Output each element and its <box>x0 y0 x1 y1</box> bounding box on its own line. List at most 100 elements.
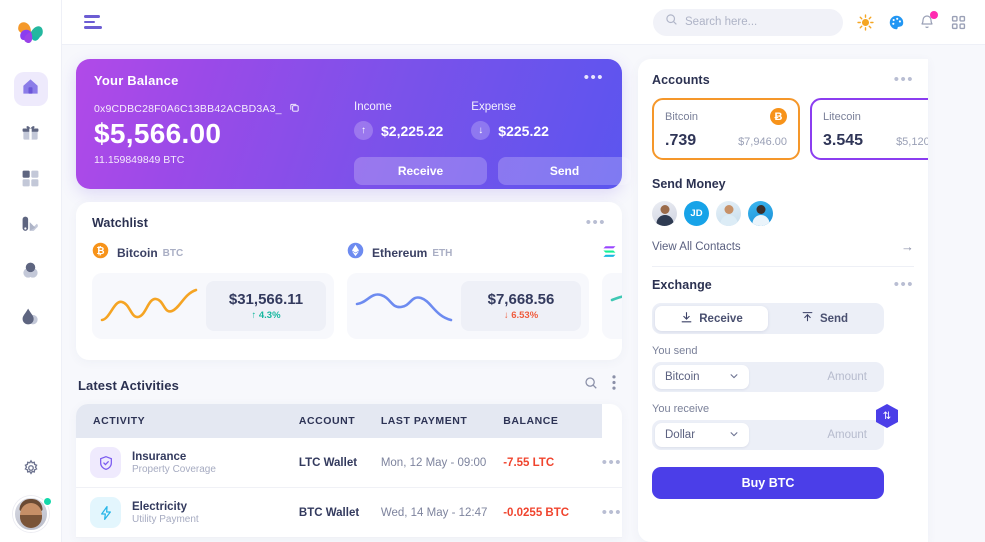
sparkline-chart <box>100 288 198 322</box>
exchange-more-icon[interactable]: ••• <box>894 277 914 292</box>
activity-account: LTC Wallet <box>298 438 381 488</box>
contact-avatar-jd[interactable]: JD <box>684 201 709 226</box>
sidebar-item-dashboard[interactable] <box>14 164 48 198</box>
column-last-payment: LAST PAYMENT <box>380 404 504 438</box>
gear-icon[interactable] <box>22 459 40 482</box>
activity-balance: -7.55 LTC <box>503 438 602 488</box>
you-send-currency-select[interactable]: Bitcoin <box>655 365 749 389</box>
activities-table: ACTIVITY ACCOUNT LAST PAYMENT BALANCE In… <box>76 404 622 538</box>
watchlist-item[interactable]: Solana SOL $1,246.02 ↑ <box>602 242 622 339</box>
account-card-litecoin[interactable]: Litecoin Ł 3.545 $5,120.00 <box>810 98 928 160</box>
sparkline-chart <box>355 293 453 322</box>
notification-badge <box>930 11 938 19</box>
sidebar-bottom <box>0 459 62 532</box>
row-more-icon[interactable]: ••• <box>602 454 622 471</box>
income-label: Income <box>354 101 392 113</box>
you-send-amount[interactable]: Amount <box>827 371 881 383</box>
watchlist-price: $31,566.11 <box>228 291 304 308</box>
accounts-more-icon[interactable]: ••• <box>894 72 914 87</box>
account-card-bitcoin[interactable]: Bitcoin Ƀ .739 $7,946.00 <box>652 98 800 160</box>
sidebar-item-palette[interactable] <box>14 210 48 244</box>
content-area: Your Balance ••• 0x9CDBC28F0A6C13BB42ACB… <box>62 45 985 542</box>
bell-icon[interactable] <box>918 11 938 31</box>
table-row[interactable]: Electricity Utility Payment BTC Wallet W… <box>76 487 622 538</box>
column-account: ACCOUNT <box>298 404 381 438</box>
search-icon <box>665 13 678 31</box>
balance-more-icon[interactable]: ••• <box>584 70 604 85</box>
buy-btc-button[interactable]: Buy BTC <box>652 467 884 499</box>
account-usd: $7,946.00 <box>738 136 787 148</box>
activity-subtitle: Utility Payment <box>132 513 199 525</box>
view-all-contacts[interactable]: View All Contacts → <box>652 239 928 254</box>
sidebar-item-gifts[interactable] <box>14 118 48 152</box>
pinwheel-logo[interactable] <box>13 14 49 50</box>
activity-payment: Mon, 12 May - 09:00 <box>380 438 504 488</box>
watchlist-more-icon[interactable]: ••• <box>586 215 606 230</box>
bitcoin-icon: Ƀ <box>770 108 787 125</box>
account-amount: 3.545 <box>823 132 864 149</box>
solana-icon <box>602 242 619 264</box>
activity-payment: Wed, 14 May - 12:47 <box>380 487 504 538</box>
watchlist-price-box: $31,566.11 ↑ 4.3% <box>206 281 326 331</box>
copy-icon[interactable] <box>289 102 300 116</box>
you-send-label: You send <box>652 345 698 357</box>
watchlist-item[interactable]: Ethereum ETH $7,668.56 ↓ 6.53% <box>347 242 589 339</box>
vertical-dots-icon[interactable] <box>612 375 616 395</box>
watchlist-item[interactable]: ₿ Bitcoin BTC $31,566.11 ↑ 4.3% <box>92 242 334 339</box>
sidebar-nav <box>13 72 48 336</box>
exchange-tabs: Receive Send <box>652 303 884 334</box>
you-receive-amount[interactable]: Amount <box>827 429 881 441</box>
right-panel-column: Accounts ••• Bitcoin Ƀ .739 $7,946.00 Li… <box>638 59 928 542</box>
sidebar-item-circles[interactable] <box>14 256 48 290</box>
main-panel: Your Balance ••• 0x9CDBC28F0A6C13BB42ACB… <box>76 59 631 542</box>
watchlist-header: Watchlist ••• <box>92 215 622 230</box>
right-side-panel: Accounts ••• Bitcoin Ƀ .739 $7,946.00 Li… <box>638 59 928 542</box>
contact-avatar[interactable] <box>652 201 677 226</box>
left-sidebar <box>0 0 62 542</box>
sidebar-item-drops[interactable] <box>14 302 48 336</box>
accounts-title: Accounts <box>652 73 710 87</box>
sidebar-item-home[interactable] <box>13 72 48 106</box>
divider <box>652 266 914 267</box>
tab-receive[interactable]: Receive <box>655 306 768 331</box>
balance-card: Your Balance ••• 0x9CDBC28F0A6C13BB42ACB… <box>76 59 631 189</box>
tab-send[interactable]: Send <box>768 306 881 331</box>
watchlist-change: ↑ 4.3% <box>251 310 281 321</box>
bolt-icon <box>90 497 121 528</box>
you-receive-currency-select[interactable]: Dollar <box>655 423 749 447</box>
download-icon <box>680 311 693 327</box>
activity-name: Insurance <box>132 450 187 463</box>
account-name: Litecoin <box>823 110 861 123</box>
contact-avatar[interactable] <box>748 201 773 226</box>
grid-apps-icon[interactable] <box>949 13 967 31</box>
droplet-icon <box>21 307 40 331</box>
table-row[interactable]: Insurance Property Coverage LTC Wallet M… <box>76 438 622 488</box>
search-bar[interactable] <box>653 8 843 36</box>
row-more-icon[interactable]: ••• <box>602 504 622 521</box>
search-icon[interactable] <box>584 376 598 395</box>
arrow-right-icon: → <box>901 239 914 254</box>
activities-header: Latest Activities <box>76 373 622 395</box>
watchlist-price: $7,668.56 <box>487 291 555 308</box>
watchlist-track: ₿ Bitcoin BTC $31,566.11 ↑ 4.3% Ethereum… <box>92 242 622 339</box>
sun-icon[interactable] <box>856 13 874 31</box>
you-receive-field: ⇅ Dollar Amount <box>652 404 898 450</box>
contact-avatar[interactable] <box>716 201 741 226</box>
exchange-title: Exchange <box>652 278 712 292</box>
activity-balance: -0.0255 BTC <box>503 487 602 538</box>
gift-icon <box>21 123 40 147</box>
send-money-title: Send Money <box>652 177 726 191</box>
receive-button[interactable]: Receive <box>354 157 487 185</box>
watchlist-coin-name: Ethereum <box>372 246 428 260</box>
search-input[interactable] <box>685 16 831 28</box>
hamburger-icon[interactable] <box>84 15 102 29</box>
send-button[interactable]: Send <box>498 157 631 185</box>
balance-actions: Receive Send <box>354 157 631 185</box>
palette-icon[interactable] <box>887 13 905 31</box>
you-send-field: Bitcoin Amount <box>652 362 884 392</box>
table-header-row: ACTIVITY ACCOUNT LAST PAYMENT BALANCE <box>76 404 622 438</box>
exchange-header: Exchange ••• <box>652 277 928 292</box>
main-column: Your Balance ••• 0x9CDBC28F0A6C13BB42ACB… <box>62 0 985 542</box>
income-value: $2,225.22 <box>381 122 444 139</box>
header-actions <box>653 8 967 36</box>
